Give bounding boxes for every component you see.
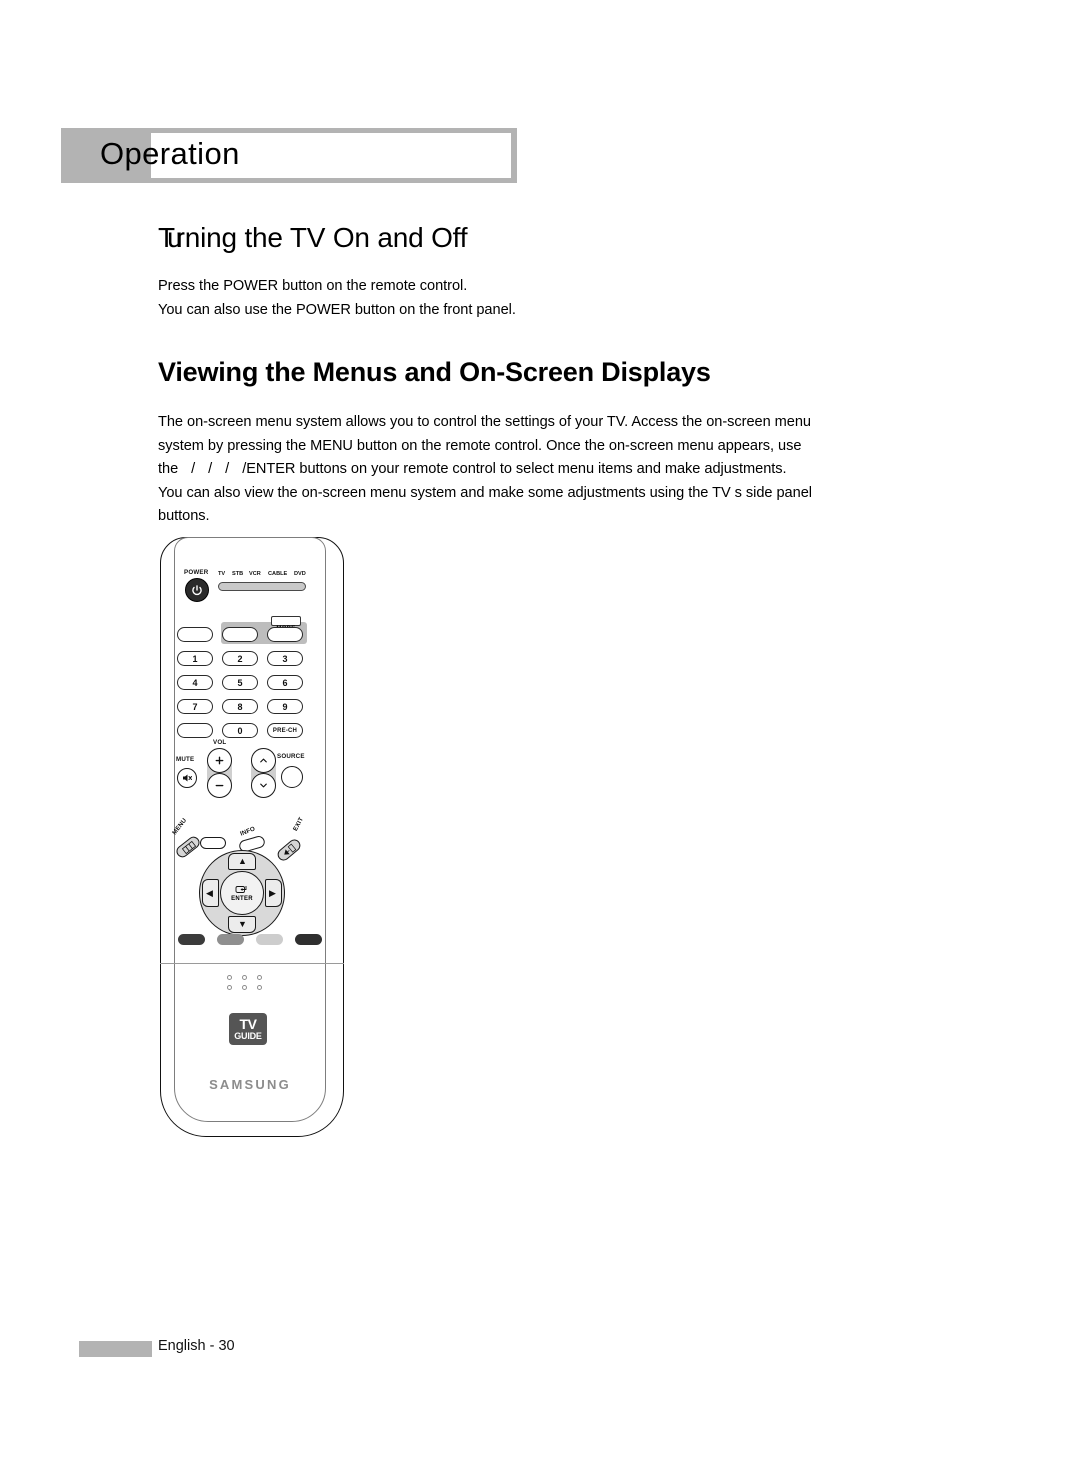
dpad-right-button[interactable]: ▶: [265, 879, 282, 907]
color-button-4[interactable]: [295, 934, 322, 945]
enter-button[interactable]: ENTER: [220, 871, 264, 915]
remote-key-blank-1[interactable]: [177, 627, 213, 642]
body-line-with-arrow-glyphs: the / / / /ENTER buttons on your remote cont…: [158, 458, 940, 482]
power-button[interactable]: [185, 578, 209, 602]
source-button[interactable]: [281, 766, 303, 788]
dot-button[interactable]: [242, 985, 247, 990]
vol-label: VOL: [213, 739, 227, 746]
power-label: POWER: [184, 569, 209, 576]
enter-arrow-icon: [235, 886, 247, 893]
mute-label: MUTE: [176, 756, 195, 763]
body-line: Press the POWER button on the remote con…: [158, 278, 468, 294]
slash: /: [191, 461, 196, 477]
remote-key-0[interactable]: 0: [222, 723, 258, 738]
remote-body-divider: [160, 963, 344, 964]
remote-control-illustration: POWER TV STB VCR CABLE DVD MODE 1 2 3 4 …: [155, 532, 355, 1144]
slash: /: [225, 461, 230, 477]
dpad-up-button[interactable]: ▲: [228, 853, 256, 870]
remote-key-mode[interactable]: [267, 627, 303, 642]
heading-squashed-prefix: Tu: [158, 222, 183, 253]
body-line: buttons.: [158, 508, 210, 524]
unlabeled-pill-button[interactable]: [200, 837, 226, 849]
mode-label-dvd: DVD: [294, 571, 306, 577]
remote-key-8[interactable]: 8: [222, 699, 258, 714]
arrow-left-icon: ◀: [206, 888, 213, 898]
samsung-brand-logo: SAMSUNG: [209, 1077, 291, 1092]
arrow-down-icon: ▼: [238, 919, 247, 929]
remote-key-2[interactable]: 2: [222, 651, 258, 666]
remote-key-6[interactable]: 6: [267, 675, 303, 690]
remote-key-4[interactable]: 4: [177, 675, 213, 690]
mute-icon: [183, 774, 192, 782]
heading-rest: rning the TV On and Off: [175, 222, 468, 253]
mode-label-stb: STB: [232, 571, 244, 577]
section-body-turning-tv: Press the POWER button on the remote con…: [158, 275, 798, 322]
color-button-3[interactable]: [256, 934, 283, 945]
remote-key-7[interactable]: 7: [177, 699, 213, 714]
arrow-right-icon: ▶: [269, 888, 276, 898]
dot-button[interactable]: [227, 975, 232, 980]
source-label: SOURCE: [277, 753, 305, 760]
channel-down-button[interactable]: [251, 773, 276, 798]
arrow-up-icon: ▲: [238, 856, 247, 866]
dot-button[interactable]: [227, 985, 232, 990]
body-line: system by pressing the MENU button on th…: [158, 437, 802, 454]
direction-pad: ▲ ▼ ◀ ▶ ENTER: [199, 850, 285, 936]
mode-label-vcr: VCR: [249, 571, 261, 577]
body-line: The on-screen menu system allows you to …: [158, 414, 811, 430]
dpad-down-button[interactable]: ▼: [228, 916, 256, 933]
small-button-dot-grid: [227, 975, 269, 991]
section-body-viewing-menus: The on-screen menu system allows you to …: [158, 411, 940, 529]
volume-up-button[interactable]: [207, 748, 232, 773]
minus-icon: [215, 784, 224, 787]
body-text: the: [158, 461, 179, 477]
volume-down-button[interactable]: [207, 773, 232, 798]
mode-label-cable: CABLE: [268, 571, 288, 577]
mute-button[interactable]: [177, 768, 197, 788]
remote-key-blank-2[interactable]: [222, 627, 258, 642]
footer-accent-bar: [79, 1341, 152, 1357]
mode-label-tv: TV: [218, 571, 226, 577]
dot-button[interactable]: [257, 975, 262, 980]
remote-key-9[interactable]: 9: [267, 699, 303, 714]
body-text: /ENTER buttons on your remote control to…: [242, 461, 787, 477]
manual-page: Operation Turning the TV On and Off Pres…: [0, 0, 1080, 1473]
body-line: You can also view the on-screen menu sys…: [158, 484, 812, 501]
remote-key-1[interactable]: 1: [177, 651, 213, 666]
chevron-up-icon: [260, 758, 267, 763]
section-heading-turning-tv: Turning the TV On and Off: [158, 222, 467, 254]
mode-indicator-labels: TV STB VCR CABLE DVD: [218, 571, 310, 580]
tv-guide-top-text: TV: [239, 1015, 257, 1032]
tv-guide-logo: TV GUIDE: [229, 1013, 267, 1045]
power-icon: [192, 585, 202, 596]
slash: /: [208, 461, 213, 477]
footer-page-label: English - 30: [158, 1338, 235, 1354]
chevron-down-icon: [260, 783, 267, 788]
dot-button[interactable]: [242, 975, 247, 980]
dpad-left-button[interactable]: ◀: [202, 879, 219, 907]
section-heading-viewing-menus: Viewing the Menus and On-Screen Displays: [158, 357, 711, 387]
tv-guide-bottom-text: GUIDE: [234, 1030, 262, 1041]
mode-button-caption: MODE: [271, 616, 301, 632]
dot-button[interactable]: [257, 985, 262, 990]
body-line: You can also use the POWER button on the…: [158, 301, 516, 318]
enter-label: ENTER: [231, 896, 253, 902]
color-button-1[interactable]: [178, 934, 205, 945]
remote-key-blank-3[interactable]: [177, 723, 213, 738]
channel-up-button[interactable]: [251, 748, 276, 773]
chapter-title: Operation: [100, 136, 240, 171]
plus-icon: [215, 756, 224, 765]
remote-key-3[interactable]: 3: [267, 651, 303, 666]
mode-indicator-strip: [218, 582, 306, 591]
remote-key-pre-ch[interactable]: PRE-CH: [267, 723, 303, 738]
color-button-2[interactable]: [217, 934, 244, 945]
remote-key-5[interactable]: 5: [222, 675, 258, 690]
